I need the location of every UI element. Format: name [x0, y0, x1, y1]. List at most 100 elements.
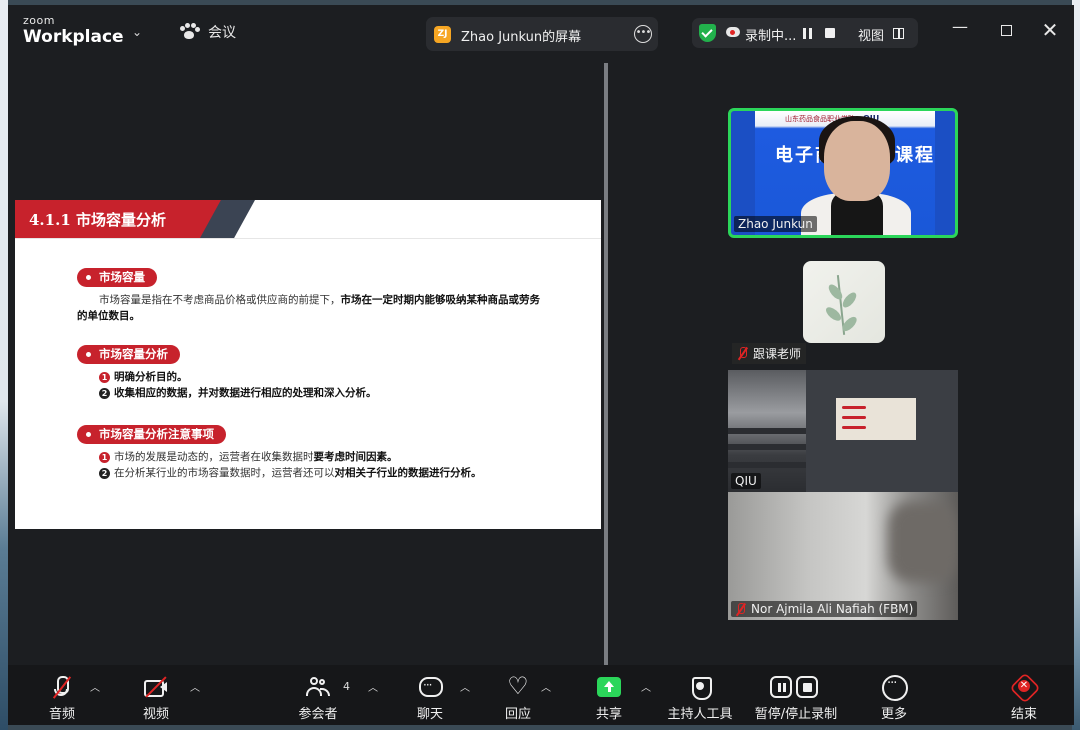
speaker-face [824, 121, 890, 201]
video-options-caret-icon[interactable]: ︿ [190, 679, 200, 694]
host-tools-label: 主持人工具 [667, 707, 733, 722]
zoom-workplace-logo[interactable]: zoom Workplace [23, 15, 124, 46]
s3-item1-bold: 要考虑时间因素。 [313, 451, 398, 463]
shared-screen-tab[interactable]: ZJ Zhao Junkun的屏幕 ••• [426, 17, 658, 51]
host-tools-button[interactable]: 主持人工具 [667, 665, 733, 725]
security-shield-icon[interactable] [699, 24, 716, 42]
s3-item2-plain: 在分析某行业的市场容量数据时，运营者还可以 [114, 467, 335, 479]
view-layout-icon[interactable] [893, 28, 904, 39]
number-badge-1: 1 [99, 372, 110, 383]
slide-divider [15, 238, 601, 239]
reactions-options-caret-icon[interactable]: ︿ [541, 679, 551, 694]
projector-screen [806, 370, 958, 492]
video-tile-zhao-junkun[interactable]: 山东药品食品职业学院 QIU 电子商务专业课程 Zhao Junkun [728, 108, 958, 238]
end-label: 结束 [1010, 707, 1038, 722]
participants-label: 参会者 [298, 707, 338, 722]
presenter-avatar: ZJ [434, 26, 451, 43]
blurred-video [888, 502, 958, 582]
desktop-background-left [0, 0, 8, 730]
host-shield-icon [687, 675, 713, 700]
participant-name: 跟课老师 [753, 347, 802, 361]
muted-mic-icon [735, 602, 746, 616]
end-meeting-button[interactable]: ✕ 结束 [1004, 665, 1044, 725]
slide-pill-mark [842, 426, 866, 429]
section-text-market-capacity: 市场容量是指在不考虑商品价格或供应商的前提下，市场在一定时期内能够吸纳某种商品或… [77, 292, 587, 324]
share-button[interactable]: 共享 [589, 665, 629, 725]
video-label: 视频 [142, 707, 170, 722]
participant-avatar[interactable] [803, 261, 885, 343]
number-badge-1: 1 [99, 452, 110, 463]
precaution-item-2: 2 在分析某行业的市场容量数据时，运营者还可以对相关子行业的数据进行分析。 [99, 465, 482, 481]
desk-row [728, 462, 806, 468]
chat-options-caret-icon[interactable]: ︿ [460, 679, 470, 694]
video-tile-nor-ajmila[interactable]: Nor Ajmila Ali Nafiah (FBM) [728, 492, 958, 620]
video-button[interactable]: 视频 [136, 665, 176, 725]
close-window-button[interactable]: ✕ [1039, 18, 1061, 42]
participants-button[interactable]: 参会者 [298, 665, 338, 725]
split-view-divider[interactable] [604, 63, 608, 668]
participant-name-tag: 跟课老师 [732, 343, 807, 364]
view-button[interactable]: 视图 [858, 25, 884, 44]
s2-item1-text: 明确分析目的。 [114, 371, 188, 383]
slide-pill-mark [842, 406, 866, 409]
maximize-button[interactable] [995, 21, 1017, 40]
shared-slide[interactable]: 4.1.1 市场容量分析 市场容量 市场容量是指在不考虑商品价格或供应商的前提下… [15, 200, 601, 529]
minimize-button[interactable]: — [949, 17, 971, 36]
heart-icon: ♡ [507, 672, 529, 700]
chevron-down-icon[interactable]: ⌄ [132, 25, 142, 39]
reactions-button[interactable]: ♡ 回应 [498, 665, 538, 725]
video-tile-qiu[interactable]: QIU [728, 370, 958, 492]
s3-item2-bold: 对相关子行业的数据进行分析。 [334, 467, 482, 479]
brand-small: zoom [23, 14, 55, 27]
analysis-item-1: 1 明确分析目的。 [99, 369, 188, 385]
number-badge-2: 2 [99, 468, 110, 479]
chat-button[interactable]: 聊天 [410, 665, 450, 725]
section-pill-market-capacity: 市场容量 [77, 268, 157, 287]
s3-item1-plain: 市场的发展是动态的，运营者在收集数据时 [114, 451, 314, 463]
audio-button[interactable]: 音频 [42, 665, 82, 725]
stop-recording-icon[interactable] [825, 28, 835, 38]
more-icon [881, 675, 908, 701]
audio-label: 音频 [48, 707, 76, 722]
share-options-caret-icon[interactable]: ︿ [641, 679, 651, 694]
audio-options-caret-icon[interactable]: ︿ [90, 679, 100, 694]
participant-name: Zhao Junkun [734, 216, 817, 232]
slide-title: 4.1.1 市场容量分析 [29, 211, 166, 229]
s1-text-bold1: 市场在一定时期内能够吸纳某种商品或劳务 [340, 294, 541, 306]
shared-screen-title: Zhao Junkun的屏幕 [461, 30, 582, 45]
meeting-button[interactable]: 会议 [180, 22, 236, 42]
section-pill-precautions: 市场容量分析注意事项 [77, 425, 226, 444]
participants-count: 4 [343, 680, 350, 693]
section-pill-capacity-analysis: 市场容量分析 [77, 345, 180, 364]
maximize-icon [1000, 25, 1012, 36]
video-off-icon [143, 675, 169, 699]
recording-status-bar: 录制中... 视图 [692, 18, 918, 48]
brand-big: Workplace [23, 27, 124, 47]
share-label: 共享 [595, 707, 623, 722]
more-options-icon[interactable]: ••• [634, 25, 652, 43]
plant-leaf [840, 290, 859, 310]
record-label: 暂停/停止录制 [754, 707, 838, 722]
pause-stop-recording-button[interactable]: 暂停/停止录制 [750, 665, 842, 725]
precaution-item-1: 1 市场的发展是动态的，运营者在收集数据时要考虑时间因素。 [99, 449, 398, 465]
meeting-toolbar: 音频 ︿ 视频 ︿ 参会者 4 ︿ 聊天 ︿ ♡ 回应 ︿ 共享 ︿ [8, 665, 1074, 725]
participant-name-tag: Nor Ajmila Ali Nafiah (FBM) [731, 601, 918, 617]
participant-name: QIU [731, 473, 761, 489]
number-badge-2: 2 [99, 388, 110, 399]
more-button[interactable]: 更多 [874, 665, 914, 725]
slide-pill-mark [842, 416, 866, 419]
muted-mic-icon [737, 347, 748, 360]
title-bar: zoom Workplace ⌄ 会议 ZJ Zhao Junkun的屏幕 ••… [8, 5, 1074, 60]
participant-name: Nor Ajmila Ali Nafiah (FBM) [751, 602, 914, 616]
projected-slide [836, 398, 916, 440]
more-label: 更多 [880, 707, 908, 722]
analysis-item-2: 2 收集相应的数据，并对数据进行相应的处理和深入分析。 [99, 385, 377, 401]
muted-microphone-icon [49, 675, 75, 699]
pause-recording-icon[interactable] [803, 28, 813, 39]
share-screen-icon [597, 677, 621, 697]
reactions-label: 回应 [504, 707, 532, 722]
participants-options-caret-icon[interactable]: ︿ [368, 679, 378, 694]
chat-label: 聊天 [416, 707, 444, 722]
participants-icon [305, 675, 331, 699]
s2-item2-text: 收集相应的数据，并对数据进行相应的处理和深入分析。 [114, 387, 377, 399]
